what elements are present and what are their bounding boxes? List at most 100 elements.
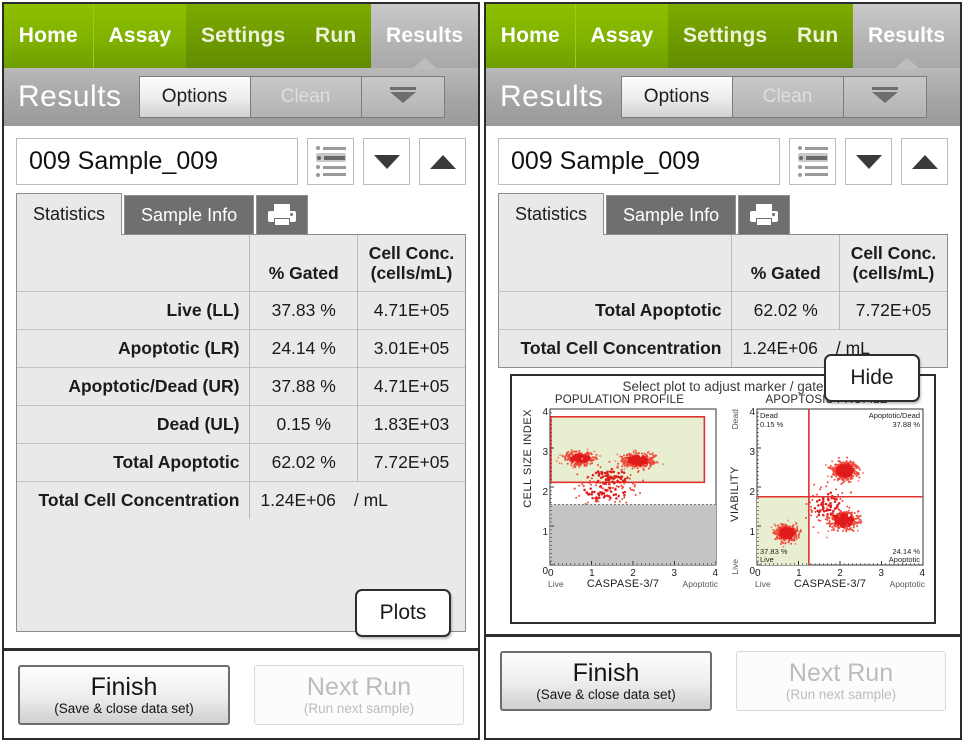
results-panel-statistics: Home Assay Settings Run Results Results …: [2, 2, 480, 740]
options-button[interactable]: Options: [138, 76, 251, 118]
tab-sample-info[interactable]: Sample Info: [124, 195, 255, 235]
population-profile-plot[interactable]: POPULATION PROFILE CELL SIZE INDEX 4 3 2…: [521, 394, 719, 590]
apoptosis-profile-canvas[interactable]: Dead0.15 %Apoptotic/Dead37.88 %37.83 %Li…: [755, 407, 925, 567]
population-profile-canvas[interactable]: [548, 407, 718, 567]
sample-name-value: 009 Sample_009: [29, 147, 219, 175]
clean-button[interactable]: Clean: [249, 76, 362, 118]
tab-statistics[interactable]: Statistics: [16, 193, 123, 235]
sample-prev-button[interactable]: [845, 138, 892, 185]
row-conc: 4.71E+05: [356, 291, 465, 330]
nav-tab-home-label: Home: [18, 24, 78, 47]
row-label: Dead (UL): [17, 405, 250, 444]
header-pct-gated: % Gated: [249, 235, 358, 292]
total-unit: / mL: [353, 490, 388, 511]
bottom-action-bar: Finish (Save & close data set) Next Run …: [4, 651, 478, 738]
clean-button-label: Clean: [280, 86, 331, 107]
x-low-label: Live: [548, 579, 564, 590]
nav-tab-assay[interactable]: Assay: [574, 4, 669, 68]
next-run-button-label: Next Run: [306, 672, 412, 701]
sample-prev-button[interactable]: [363, 138, 410, 185]
row-conc: 7.72E+05: [356, 443, 465, 482]
tab-sample-info[interactable]: Sample Info: [606, 195, 737, 235]
nav-tab-assay[interactable]: Assay: [92, 4, 187, 68]
nav-tab-run[interactable]: Run: [782, 4, 854, 68]
row-label: Apoptotic/Dead (UR): [17, 367, 250, 406]
header-cell-conc: Cell Conc. (cells/mL): [838, 235, 947, 292]
svg-text:Apoptotic/Dead: Apoptotic/Dead: [869, 411, 920, 420]
printer-icon: [268, 203, 297, 228]
nav-tab-assay-label: Assay: [108, 24, 172, 47]
sample-list-button[interactable]: [789, 138, 836, 185]
tab-sample-info-label: Sample Info: [141, 205, 238, 225]
finish-button[interactable]: Finish (Save & close data set): [18, 665, 230, 725]
population-x-axis-names: Live CASPASE-3/7 Apoptotic: [548, 578, 718, 590]
page-title: Results: [18, 80, 122, 113]
inner-tabstrip: Statistics Sample Info: [16, 191, 466, 235]
stats-section: Statistics Sample Info % Gated Cell Conc…: [4, 191, 478, 637]
plots-panel[interactable]: Select plot to adjust marker / gate POPU…: [510, 354, 936, 625]
apoptosis-x-axis-names: Live CASPASE-3/7 Apoptotic: [755, 578, 925, 590]
y-low-label: Live: [729, 558, 740, 575]
table-header-row: % Gated Cell Conc. (cells/mL): [17, 235, 465, 292]
nav-tab-home-label: Home: [500, 24, 560, 47]
svg-text:Dead: Dead: [760, 411, 778, 420]
header-blank: [499, 235, 732, 292]
more-menu-button[interactable]: [842, 76, 927, 118]
tab-print[interactable]: [738, 195, 791, 235]
table-row: Total Apoptotic 62.02 % 7.72E+05: [17, 443, 465, 482]
nav-tab-assay-label: Assay: [590, 24, 654, 47]
header-cell-conc-line1: Cell Conc.: [368, 243, 455, 263]
statistics-table-container: % Gated Cell Conc. (cells/mL) Live (LL) …: [16, 234, 466, 637]
sample-name-field[interactable]: 009 Sample_009: [498, 138, 780, 185]
more-menu-button[interactable]: [360, 76, 445, 118]
sample-next-button[interactable]: [419, 138, 466, 185]
tab-print[interactable]: [256, 195, 309, 235]
nav-tab-run[interactable]: Run: [300, 4, 372, 68]
nav-tab-home[interactable]: Home: [4, 4, 93, 68]
row-conc: 3.01E+05: [356, 329, 465, 368]
sample-selector-row: 009 Sample_009: [4, 126, 478, 191]
row-label: Total Apoptotic: [499, 291, 732, 330]
svg-text:0.15 %: 0.15 %: [760, 420, 784, 429]
nav-tab-results[interactable]: Results: [853, 4, 960, 68]
sample-name-field[interactable]: 009 Sample_009: [16, 138, 298, 185]
table-row: Live (LL) 37.83 % 4.71E+05: [17, 291, 465, 330]
nav-tab-results-label: Results: [867, 24, 946, 47]
printer-icon: [750, 203, 779, 228]
population-y-axis-names: CELL SIZE INDEX: [521, 407, 534, 590]
apoptosis-xlabel: CASPASE-3/7: [793, 578, 867, 591]
finish-button-sublabel: (Save & close data set): [536, 687, 676, 703]
options-button-label: Options: [643, 86, 710, 107]
sample-selector-row: 009 Sample_009: [486, 126, 960, 191]
total-label: Total Cell Concentration: [17, 481, 250, 520]
next-run-button[interactable]: Next Run (Run next sample): [254, 665, 464, 725]
nav-tab-home[interactable]: Home: [486, 4, 575, 68]
options-button[interactable]: Options: [620, 76, 733, 118]
header-cell-conc: Cell Conc. (cells/mL): [356, 235, 465, 292]
hide-toggle-button[interactable]: Hide: [824, 354, 920, 403]
header-cell-conc-line1: Cell Conc.: [850, 243, 937, 263]
row-conc: 1.83E+03: [356, 405, 465, 444]
tab-statistics[interactable]: Statistics: [498, 193, 605, 235]
nav-tab-results[interactable]: Results: [371, 4, 478, 68]
page-title: Results: [500, 80, 604, 113]
row-conc: 7.72E+05: [838, 291, 947, 330]
apoptosis-y-ticks: 4 3 2 1 0: [741, 407, 755, 590]
sample-list-button[interactable]: [307, 138, 354, 185]
population-xlabel: CASPASE-3/7: [586, 578, 660, 591]
sample-next-button[interactable]: [901, 138, 948, 185]
row-label: Live (LL): [17, 291, 250, 330]
plots-toggle-button[interactable]: Plots: [355, 589, 451, 637]
nav-tab-settings[interactable]: Settings: [668, 4, 783, 68]
x-low-label: Live: [755, 579, 771, 590]
total-value-cell: 1.24E+06 / mL: [249, 481, 465, 520]
next-run-button[interactable]: Next Run (Run next sample): [736, 651, 946, 712]
nav-tab-settings[interactable]: Settings: [186, 4, 301, 68]
finish-button[interactable]: Finish (Save & close data set): [500, 651, 712, 712]
options-button-label: Options: [161, 86, 228, 107]
triangle-up-icon: [429, 154, 456, 169]
chevron-down-icon: [871, 86, 898, 103]
clean-button[interactable]: Clean: [731, 76, 844, 118]
apoptosis-profile-plot[interactable]: APOPTOSIS PROFILE Dead VIABILITY Live 4 …: [728, 394, 926, 590]
svg-text:37.88 %: 37.88 %: [892, 420, 920, 429]
